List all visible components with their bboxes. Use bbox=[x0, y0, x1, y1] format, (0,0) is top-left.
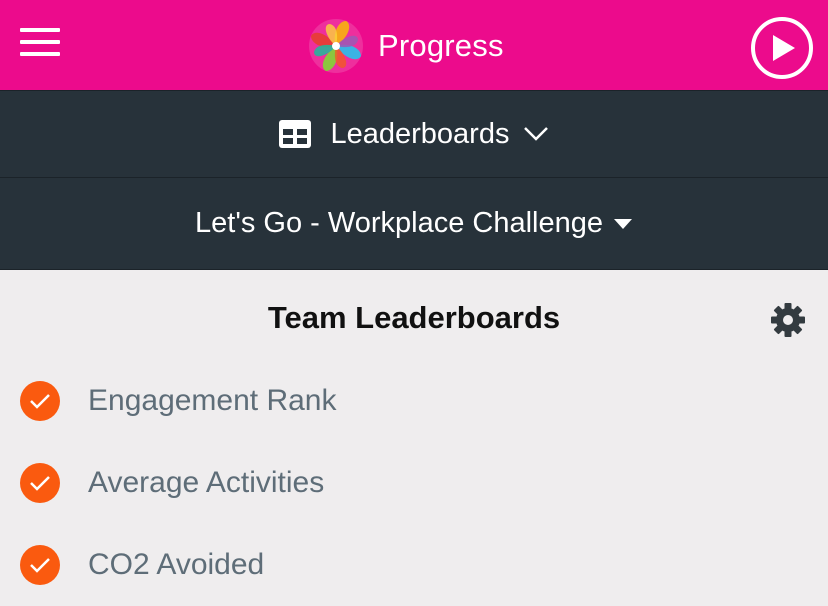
option-engagement-rank[interactable]: Engagement Rank bbox=[0, 371, 828, 431]
caret-down-icon bbox=[613, 218, 632, 229]
checkmark-icon[interactable] bbox=[20, 381, 60, 421]
menu-line bbox=[20, 40, 60, 44]
grid-table-icon bbox=[278, 120, 311, 148]
challenge-label: Let's Go - Workplace Challenge bbox=[195, 207, 603, 239]
gear-icon[interactable] bbox=[770, 302, 806, 338]
check-glyph bbox=[30, 394, 50, 409]
option-label: CO2 Avoided bbox=[88, 548, 265, 581]
section-selector-bar: Leaderboards bbox=[0, 90, 828, 178]
menu-line bbox=[20, 28, 60, 32]
menu-line bbox=[20, 52, 60, 56]
app-title: Progress bbox=[378, 28, 504, 63]
chevron-down-icon bbox=[524, 127, 549, 141]
play-circle-icon[interactable] bbox=[751, 17, 813, 79]
play-triangle bbox=[773, 35, 795, 61]
hamburger-menu-icon[interactable] bbox=[20, 28, 60, 58]
checkmark-icon[interactable] bbox=[20, 463, 60, 503]
option-average-activities[interactable]: Average Activities bbox=[0, 453, 828, 513]
challenge-selector-bar: Let's Go - Workplace Challenge bbox=[0, 178, 828, 270]
top-app-bar: Progress bbox=[0, 0, 828, 90]
app-brand: Progress bbox=[308, 18, 504, 74]
check-glyph bbox=[30, 558, 50, 573]
leaderboards-dropdown[interactable]: Leaderboards bbox=[0, 91, 828, 177]
challenge-dropdown[interactable]: Let's Go - Workplace Challenge bbox=[0, 178, 828, 269]
leaderboard-settings-panel: Team Leaderboards Engagement Rank Averag… bbox=[0, 270, 828, 606]
option-co2-avoided[interactable]: CO2 Avoided bbox=[0, 535, 828, 595]
check-glyph bbox=[30, 476, 50, 491]
option-label: Engagement Rank bbox=[88, 384, 337, 417]
leaderboards-label: Leaderboards bbox=[330, 117, 510, 150]
checkmark-icon[interactable] bbox=[20, 545, 60, 585]
option-label: Average Activities bbox=[88, 466, 325, 499]
pinwheel-logo-icon bbox=[309, 19, 363, 73]
page-title: Team Leaderboards bbox=[267, 300, 561, 335]
